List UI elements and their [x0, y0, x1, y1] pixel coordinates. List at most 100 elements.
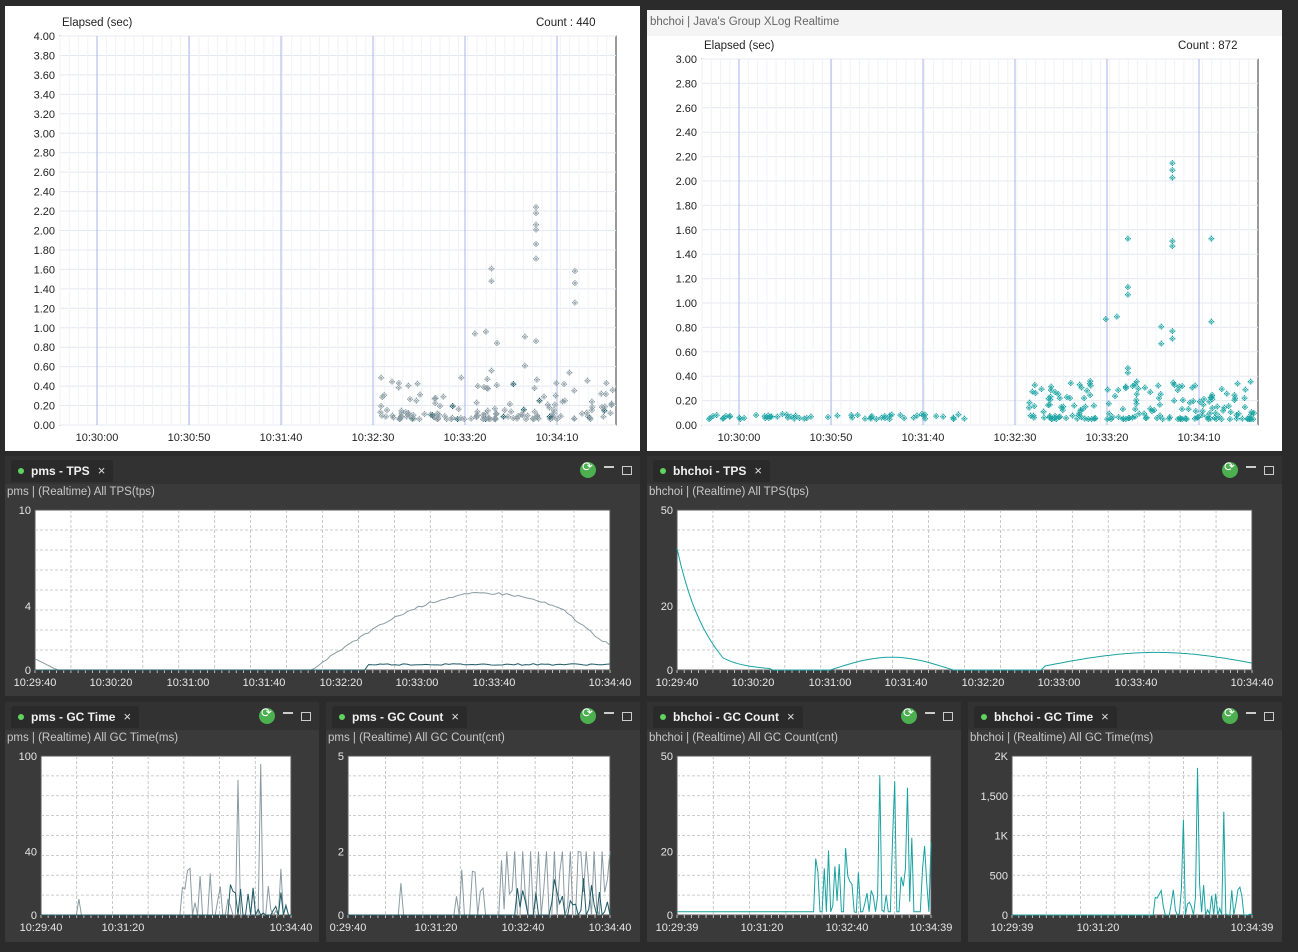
tick-label: 1.80 — [676, 200, 697, 212]
xlog-point: ※ — [1248, 408, 1255, 417]
xlog-point: ※ — [488, 366, 495, 375]
tick-label: 10:31:40 — [243, 677, 286, 689]
tick-label: 10:32:30 — [352, 432, 395, 444]
xlog-point: ※ — [435, 414, 442, 423]
gc-count-chart-pms[interactable]: 5 2 00:29:40 10:31:20 10:32:40 10:34:40 — [326, 702, 640, 942]
xlog-point: ※ — [534, 375, 541, 384]
tick-label: 10:34:39 — [910, 922, 953, 934]
tick-label: 10:31:20 — [1077, 922, 1120, 934]
xlog-point: ※ — [515, 412, 522, 421]
xlog-point: ※ — [588, 398, 595, 407]
xlog-point: ※ — [1048, 382, 1055, 391]
tick-label: 10:32:20 — [320, 677, 363, 689]
xlog-point: ※ — [1104, 386, 1111, 395]
xlog-point: ※ — [1197, 397, 1204, 406]
xlog-point: ※ — [521, 332, 528, 341]
xlog-point: ※ — [471, 329, 478, 338]
tick-label: 50 — [661, 505, 673, 517]
xlog-point: ※ — [533, 209, 540, 218]
tick-label: 3.20 — [34, 109, 55, 121]
xlog-point: ※ — [1169, 242, 1176, 251]
xlog-point: ※ — [1113, 313, 1120, 322]
tick-label: 1.20 — [676, 274, 697, 286]
xlog-point: ※ — [533, 240, 540, 249]
xlog-point: ※ — [1112, 392, 1119, 401]
tick-label: 40 — [25, 846, 37, 858]
tick-label: 100 — [19, 751, 37, 763]
tick-label: 0 — [338, 910, 344, 922]
xlog-point: ※ — [501, 406, 508, 415]
xlog-point: ※ — [553, 379, 560, 388]
gc-time-chart-pms[interactable]: 100 40 010:29:40 10:31:20 10:34:40 — [5, 702, 319, 942]
tick-label: 10:31:40 — [260, 432, 303, 444]
tick-label: 0.60 — [676, 347, 697, 359]
xlog-point: ※ — [1247, 377, 1254, 386]
tps-chart-bhchoi[interactable]: 50 20 010:29:40 10:30:20 10:31:00 10:31:40 10:… — [647, 456, 1282, 696]
tick-label: 10:32:30 — [994, 432, 1037, 444]
tick-label: 0 — [1002, 910, 1008, 922]
xlog-point: ※ — [1135, 384, 1142, 393]
tick-label: 0 — [667, 665, 673, 677]
xlog-point: ※ — [483, 327, 490, 336]
xlog-point: ※ — [1029, 387, 1036, 396]
xlog-point: ※ — [449, 414, 456, 423]
gc-count-chart-bhchoi[interactable]: 50 20 010:29:39 10:31:20 10:32:40 10:34:39 — [647, 702, 961, 942]
xlog-point: ※ — [753, 411, 760, 420]
xlog-point: ※ — [1056, 394, 1063, 403]
tick-label: 2.80 — [34, 148, 55, 160]
xlog-point: ※ — [1125, 234, 1132, 243]
gc-time-chart-bhchoi[interactable]: 2K 1,500 1K 500 010:29:39 10:31:20 10:34:39 — [968, 702, 1282, 942]
tps-chart-pms[interactable]: 10 4 010:29:40 10:30:20 10:31:00 10:31:40 10:3… — [5, 456, 640, 696]
xlog-point: ※ — [1120, 415, 1127, 424]
xlog-point: ※ — [1179, 405, 1186, 414]
tick-label: 10:34:10 — [1178, 432, 1221, 444]
tick-label: 10:33:40 — [473, 677, 516, 689]
xlog-point: ※ — [849, 414, 856, 423]
tick-label: 2.80 — [676, 78, 697, 90]
xlog-chart-bhchoi[interactable]: Elapsed (sec) Count : 872 3.00 2.80 2.60 2.40… — [647, 10, 1282, 451]
tick-label: 1K — [995, 831, 1009, 843]
tick-label: 10:33:40 — [1115, 677, 1158, 689]
xlog-point: ※ — [541, 393, 548, 402]
tick-label: 10:30:50 — [810, 432, 853, 444]
xlog-point: ※ — [1171, 397, 1178, 406]
tick-label: 10:29:40 — [656, 677, 699, 689]
tick-label: 1.40 — [34, 284, 55, 296]
xlog-point: ※ — [922, 410, 929, 419]
xlog-point: ※ — [598, 403, 605, 412]
xlog-point: ※ — [719, 414, 726, 423]
tick-label: 3.80 — [34, 50, 55, 62]
xlog-point: ※ — [1218, 415, 1225, 424]
xlog-panel-bhchoi: bhchoi | Java's Group XLog Realtime Elap… — [647, 10, 1282, 451]
xlog-point: ※ — [1242, 386, 1249, 395]
tick-label: 2.00 — [34, 226, 55, 238]
xlog-point: ※ — [571, 414, 578, 423]
xlog-point: ※ — [431, 394, 438, 403]
xlog-chart-pms[interactable]: Elapsed (sec) Count : 440 4.00 3.80 3.60 3.40… — [5, 6, 640, 451]
xlog-point: ※ — [940, 412, 947, 421]
xlog-point: ※ — [534, 412, 541, 421]
xlog-point: ※ — [440, 392, 447, 401]
xlog-point: ※ — [384, 406, 391, 415]
tick-label: 2.00 — [676, 176, 697, 188]
xlog-point: ※ — [1049, 415, 1056, 424]
xlog-point: ※ — [398, 406, 405, 415]
xlog-point: ※ — [1156, 400, 1163, 409]
xlog-point: ※ — [1208, 234, 1215, 243]
xlog-point: ※ — [488, 264, 495, 273]
xlog-point: ※ — [417, 390, 424, 399]
xlog-point: ※ — [1027, 411, 1034, 420]
tick-label: 10:32:20 — [962, 677, 1005, 689]
tick-label: 10:34:40 — [589, 922, 632, 934]
xlog-point: ※ — [533, 255, 540, 264]
xlog-point: ※ — [1194, 414, 1201, 423]
xlog-point: ※ — [474, 382, 481, 391]
tick-label: 10:34:40 — [589, 677, 632, 689]
tick-label: 10:29:39 — [656, 922, 699, 934]
tick-label: 10:29:39 — [991, 922, 1034, 934]
xlog-point: ※ — [1102, 315, 1109, 324]
xlog-point: ※ — [571, 386, 578, 395]
tick-label: 10:33:20 — [1086, 432, 1129, 444]
xlog-point: ※ — [1125, 291, 1132, 300]
tick-label: 10:30:50 — [168, 432, 211, 444]
